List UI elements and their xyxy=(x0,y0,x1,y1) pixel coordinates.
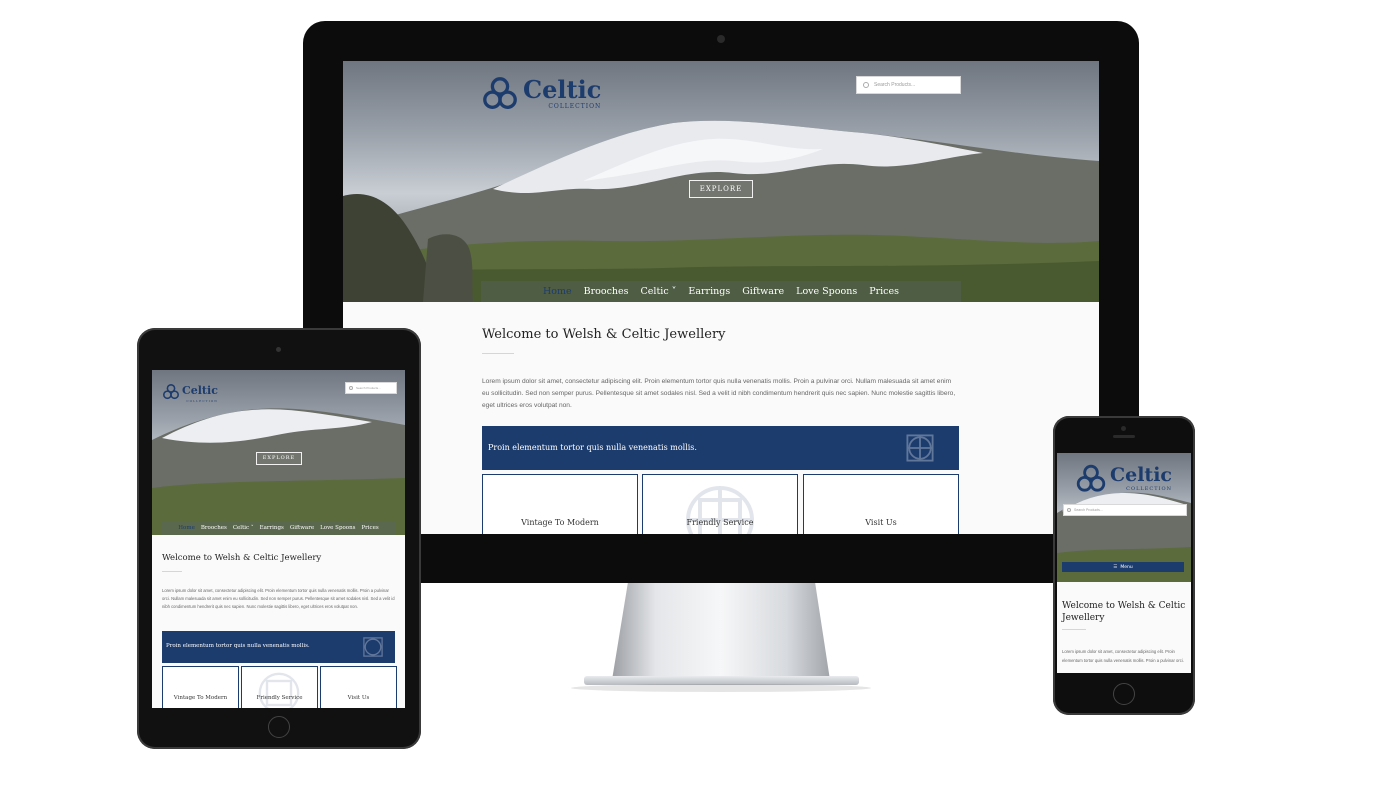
monitor-camera-icon xyxy=(717,35,725,43)
hero-image: Celtic COLLECTION Search Products... EXP… xyxy=(152,370,405,535)
main-content: Welcome to Welsh & Celtic Jewellery Lore… xyxy=(1057,582,1191,673)
nav-item-home[interactable]: Home xyxy=(178,525,195,531)
hero-image: Celtic COLLECTION Search Products... ☰ M… xyxy=(1057,453,1191,582)
main-nav: Home Brooches Celtic ˅ Earrings Giftware Love… xyxy=(162,521,395,535)
nav-item-home[interactable]: Home xyxy=(543,286,572,297)
nav-item-love-spoons[interactable]: Love Spoons xyxy=(320,525,355,531)
celtic-knot-watermark-icon xyxy=(363,637,383,657)
explore-button[interactable]: EXPLORE xyxy=(256,452,302,465)
celtic-knot-icon xyxy=(1076,464,1106,492)
search-icon xyxy=(349,386,353,390)
explore-button[interactable]: EXPLORE xyxy=(689,180,753,198)
feature-box-label: Vintage To Modern xyxy=(521,518,599,527)
celtic-knot-watermark-icon xyxy=(906,434,934,462)
main-nav: Home Brooches Celtic ˅ Earrings Giftware Love… xyxy=(481,281,961,302)
title-divider xyxy=(482,353,514,354)
nav-item-celtic[interactable]: Celtic ˅ xyxy=(233,525,254,531)
search-input[interactable]: Search Products... xyxy=(345,382,397,394)
feature-box-service[interactable]: Friendly Service xyxy=(241,666,318,708)
hamburger-icon: ☰ xyxy=(1113,564,1118,570)
welcome-title: Welcome to Welsh & Celtic Jewellery xyxy=(162,553,322,563)
search-placeholder: Search Products... xyxy=(356,386,381,390)
search-input[interactable]: Search Products... xyxy=(1063,504,1187,516)
hero-image: Celtic COLLECTION Search Products... EXP… xyxy=(343,61,1099,302)
search-placeholder: Search Products... xyxy=(1074,508,1103,512)
phone-speaker xyxy=(1113,435,1135,438)
feature-box-visit[interactable]: Visit Us xyxy=(320,666,397,708)
feature-box-label: Friendly Service xyxy=(256,695,303,701)
tablet-home-button[interactable] xyxy=(268,716,290,738)
intro-text: Lorem ipsum dolor sit amet, consectetur … xyxy=(1062,649,1184,663)
site-logo[interactable]: Celtic COLLECTION xyxy=(481,75,601,113)
menu-toggle-button[interactable]: ☰ Menu xyxy=(1062,562,1184,572)
promo-banner[interactable]: Proin elementum tortor quis nulla venena… xyxy=(482,426,959,470)
site-logo[interactable]: Celtic COLLECTION xyxy=(1075,463,1172,495)
nav-item-brooches[interactable]: Brooches xyxy=(201,525,227,531)
intro-text: Lorem ipsum dolor sit amet, consectetur … xyxy=(482,378,956,409)
menu-label: Menu xyxy=(1120,564,1133,570)
search-input[interactable]: Search Products... xyxy=(856,76,961,94)
welcome-title: Welcome to Welsh & Celtic Jewellery xyxy=(1062,601,1186,623)
logo-subtitle: COLLECTION xyxy=(186,399,218,403)
logo-subtitle: COLLECTION xyxy=(1126,486,1172,492)
search-placeholder: Search Products... xyxy=(874,82,916,88)
search-icon xyxy=(1067,508,1071,512)
nav-item-prices[interactable]: Prices xyxy=(361,525,378,531)
nav-item-brooches[interactable]: Brooches xyxy=(584,286,629,297)
title-divider xyxy=(162,571,182,572)
celtic-knot-watermark-icon xyxy=(258,672,300,708)
logo-text: Celtic xyxy=(523,75,602,104)
title-divider xyxy=(1062,629,1086,630)
nav-item-prices[interactable]: Prices xyxy=(869,286,899,297)
feature-box-service[interactable]: Friendly Service xyxy=(642,474,798,534)
phone-camera-icon xyxy=(1121,426,1126,431)
feature-box-label: Vintage To Modern xyxy=(173,695,228,701)
nav-item-earrings[interactable]: Earrings xyxy=(260,525,284,531)
phone-screen: Celtic COLLECTION Search Products... ☰ M… xyxy=(1057,453,1191,673)
nav-item-giftware[interactable]: Giftware xyxy=(742,286,784,297)
main-content: Welcome to Welsh & Celtic Jewellery Lore… xyxy=(152,535,405,708)
tablet-screen: Celtic COLLECTION Search Products... EXP… xyxy=(152,370,405,708)
nav-item-earrings[interactable]: Earrings xyxy=(688,286,730,297)
feature-box-label: Friendly Service xyxy=(686,518,754,527)
intro-text: Lorem ipsum dolor sit amet, consectetur … xyxy=(162,588,395,609)
nav-item-love-spoons[interactable]: Love Spoons xyxy=(796,286,857,297)
logo-subtitle: COLLECTION xyxy=(548,103,602,110)
tablet-camera-icon xyxy=(276,347,281,352)
nav-item-giftware[interactable]: Giftware xyxy=(290,525,314,531)
logo-text: Celtic xyxy=(182,384,218,397)
welcome-title: Welcome to Welsh & Celtic Jewellery xyxy=(482,327,726,342)
feature-box-label: Visit Us xyxy=(347,695,370,701)
feature-box-vintage[interactable]: Vintage To Modern xyxy=(162,666,239,708)
site-logo[interactable]: Celtic COLLECTION xyxy=(162,381,218,403)
desktop-screen: Celtic COLLECTION Search Products... EXP… xyxy=(343,61,1099,534)
feature-box-label: Visit Us xyxy=(865,518,897,527)
main-content: Welcome to Welsh & Celtic Jewellery Lore… xyxy=(343,302,1099,534)
search-icon xyxy=(863,82,869,88)
celtic-knot-icon xyxy=(483,77,517,109)
celtic-knot-icon xyxy=(163,384,179,400)
banner-text: Proin elementum tortor quis nulla venena… xyxy=(488,443,697,452)
feature-box-visit[interactable]: Visit Us xyxy=(803,474,959,534)
banner-text: Proin elementum tortor quis nulla venena… xyxy=(166,643,310,649)
logo-text: Celtic xyxy=(1110,464,1172,486)
nav-item-celtic[interactable]: Celtic ˅ xyxy=(641,286,677,297)
phone-home-button[interactable] xyxy=(1113,683,1135,705)
feature-box-vintage[interactable]: Vintage To Modern xyxy=(482,474,638,534)
promo-banner[interactable]: Proin elementum tortor quis nulla venena… xyxy=(162,631,395,663)
